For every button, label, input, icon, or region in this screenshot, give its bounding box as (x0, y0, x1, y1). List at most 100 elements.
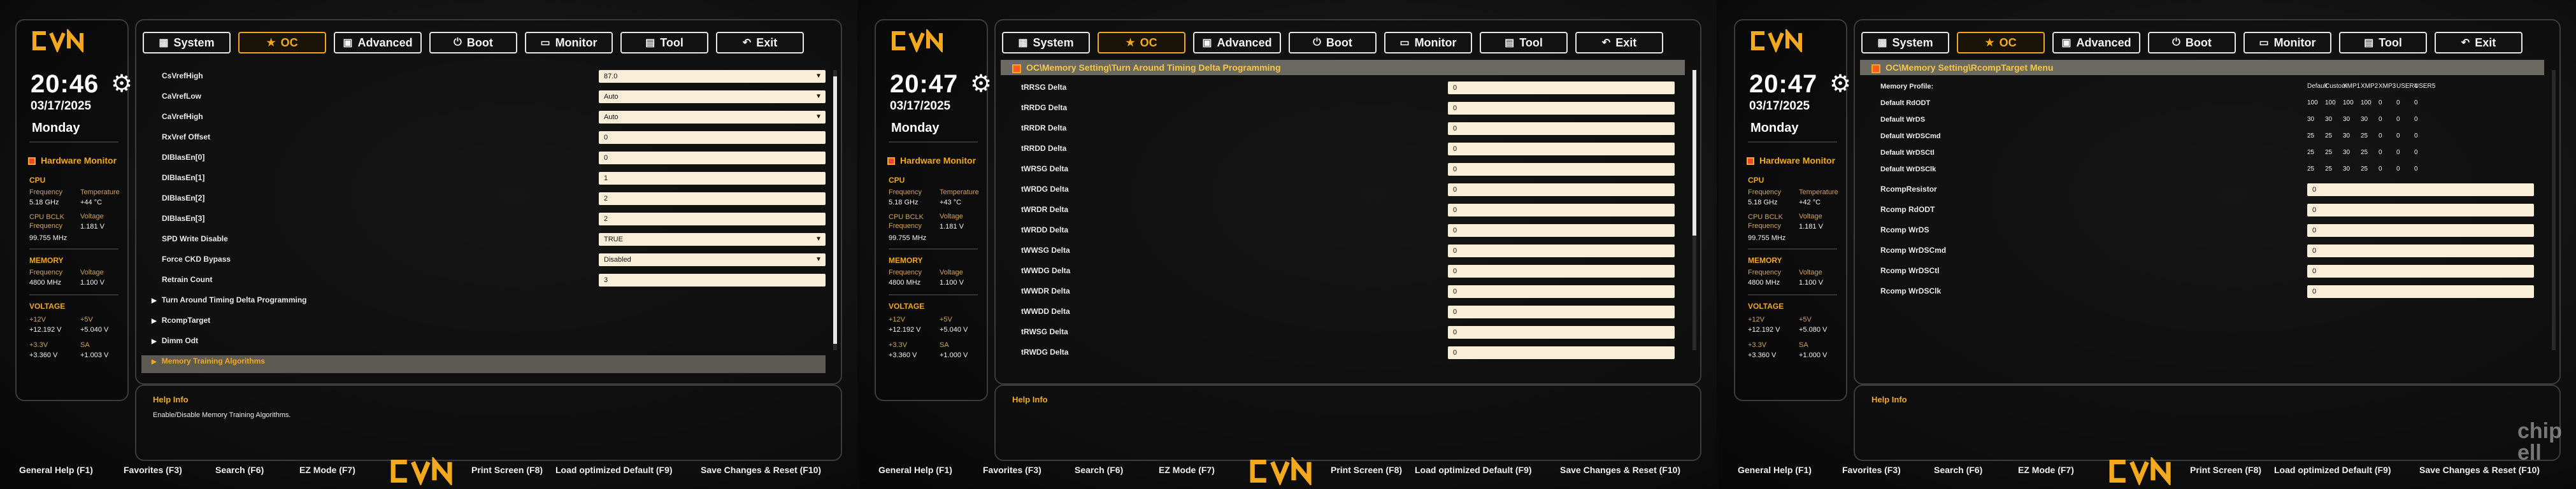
setting-input[interactable]: 0 (2307, 224, 2534, 237)
setting-row[interactable]: RcompResistor 0 (1860, 183, 2544, 199)
setting-row[interactable]: CaVrefHigh Auto ▼ (141, 111, 826, 126)
settings-gear-icon[interactable]: ⚙ (970, 71, 992, 97)
tab-boot[interactable]: ⏻ Boot (1289, 32, 1377, 53)
ez-mode-button[interactable]: EZ Mode (F7) (1159, 465, 1215, 475)
setting-row[interactable]: Retrain Count 3 (141, 274, 826, 289)
setting-input[interactable]: 0 (1448, 285, 1675, 298)
search-button[interactable]: Search (F6) (1075, 465, 1123, 475)
tab-boot[interactable]: ⏻ Boot (429, 32, 517, 53)
scrollbar[interactable] (833, 70, 837, 350)
setting-input[interactable]: 0 (1448, 244, 1675, 257)
setting-row[interactable]: tRWSG Delta 0 (1001, 326, 1685, 341)
submenu-link[interactable]: RcompTarget (141, 315, 826, 332)
tab-boot[interactable]: ⏻ Boot (2148, 32, 2236, 53)
tab-oc[interactable]: ★ OC (1098, 32, 1185, 53)
save-changes-reset-button[interactable]: Save Changes & Reset (F10) (1560, 465, 1680, 475)
tab-oc[interactable]: ★ OC (238, 32, 326, 53)
setting-input[interactable]: 3 (599, 274, 826, 287)
setting-row[interactable]: CaVrefLow Auto ▼ (141, 90, 826, 106)
tab-exit[interactable]: ↶ Exit (2435, 32, 2522, 53)
setting-input[interactable]: 0 (1448, 326, 1675, 339)
setting-row[interactable]: CsVrefHigh 87.0 ▼ (141, 70, 826, 85)
search-button[interactable]: Search (F6) (1934, 465, 1982, 475)
setting-row[interactable]: DIBIasEn[3] 2 (141, 213, 826, 228)
setting-dropdown[interactable]: TRUE ▼ (599, 233, 826, 246)
scrollbar-thumb[interactable] (1692, 70, 1696, 236)
setting-row[interactable]: SPD Write Disable TRUE ▼ (141, 233, 826, 248)
submenu-link[interactable]: Memory Training Algorithms (141, 355, 826, 373)
search-button[interactable]: Search (F6) (215, 465, 264, 475)
setting-row[interactable]: tRRDR Delta 0 (1001, 122, 1685, 138)
setting-dropdown[interactable]: Disabled ▼ (599, 253, 826, 266)
ez-mode-button[interactable]: EZ Mode (F7) (2018, 465, 2074, 475)
setting-input[interactable]: 0 (1448, 163, 1675, 176)
setting-input[interactable]: 0 (2307, 265, 2534, 278)
setting-row[interactable]: Rcomp WrDSClk 0 (1860, 285, 2544, 301)
setting-row[interactable]: tWRDD Delta 0 (1001, 224, 1685, 239)
scrollbar[interactable] (2552, 70, 2556, 350)
print-screen-button[interactable]: Print Screen (F8) (1331, 465, 1402, 475)
setting-input[interactable]: 0 (599, 131, 826, 144)
setting-input[interactable]: 0 (2307, 183, 2534, 196)
tab-tool[interactable]: ▤ Tool (1480, 32, 1568, 53)
setting-row[interactable]: DIBIasEn[0] 0 (141, 152, 826, 167)
tab-monitor[interactable]: ▭ Monitor (2243, 32, 2331, 53)
setting-row[interactable]: tRRSG Delta 0 (1001, 82, 1685, 97)
ez-mode-button[interactable]: EZ Mode (F7) (299, 465, 355, 475)
favorites-button[interactable]: Favorites (F3) (983, 465, 1041, 475)
setting-row[interactable]: Force CKD Bypass Disabled ▼ (141, 253, 826, 269)
setting-input[interactable]: 0 (1448, 265, 1675, 278)
load-optimized-default-button[interactable]: Load optimized Default (F9) (1415, 465, 1532, 475)
setting-row[interactable]: tRWDG Delta 0 (1001, 346, 1685, 362)
tab-oc[interactable]: ★ OC (1957, 32, 2045, 53)
setting-input[interactable]: 0 (1448, 122, 1675, 135)
general-help-button[interactable]: General Help (F1) (1738, 465, 1812, 475)
scrollbar[interactable] (1692, 70, 1696, 350)
setting-row[interactable]: tWRSG Delta 0 (1001, 163, 1685, 178)
settings-gear-icon[interactable]: ⚙ (1829, 71, 1851, 97)
load-optimized-default-button[interactable]: Load optimized Default (F9) (2274, 465, 2391, 475)
scrollbar-thumb[interactable] (833, 76, 837, 344)
setting-input[interactable]: 1 (599, 172, 826, 185)
setting-row[interactable]: Rcomp WrDS 0 (1860, 224, 2544, 239)
setting-row[interactable]: tWWDD Delta 0 (1001, 306, 1685, 321)
setting-input[interactable]: 0 (1448, 306, 1675, 318)
tab-system[interactable]: ▦ System (143, 32, 231, 53)
tab-system[interactable]: ▦ System (1861, 32, 1949, 53)
settings-gear-icon[interactable]: ⚙ (111, 71, 132, 97)
print-screen-button[interactable]: Print Screen (F8) (471, 465, 543, 475)
setting-row[interactable]: RxVref Offset 0 (141, 131, 826, 146)
tab-system[interactable]: ▦ System (1002, 32, 1090, 53)
setting-row[interactable]: DIBIasEn[1] 1 (141, 172, 826, 187)
setting-input[interactable]: 0 (1448, 204, 1675, 216)
setting-row[interactable]: tWWDG Delta 0 (1001, 265, 1685, 280)
setting-input[interactable]: 0 (2307, 285, 2534, 298)
setting-input[interactable]: 2 (599, 213, 826, 225)
setting-row[interactable]: DIBIasEn[2] 2 (141, 192, 826, 208)
setting-input[interactable]: 2 (599, 192, 826, 205)
setting-row[interactable]: Rcomp RdODT 0 (1860, 204, 2544, 219)
setting-row[interactable]: tWWDR Delta 0 (1001, 285, 1685, 301)
setting-input[interactable]: 0 (1448, 346, 1675, 359)
setting-row[interactable]: tRRDD Delta 0 (1001, 143, 1685, 158)
setting-row[interactable]: tWRDR Delta 0 (1001, 204, 1685, 219)
setting-row[interactable]: Rcomp WrDSCtl 0 (1860, 265, 2544, 280)
setting-input[interactable]: 0 (1448, 82, 1675, 94)
setting-input[interactable]: 0 (1448, 183, 1675, 196)
tab-tool[interactable]: ▤ Tool (620, 32, 708, 53)
tab-monitor[interactable]: ▭ Monitor (1384, 32, 1472, 53)
general-help-button[interactable]: General Help (F1) (19, 465, 93, 475)
tab-advanced[interactable]: ▣ Advanced (1193, 32, 1281, 53)
setting-row[interactable]: tRRDG Delta 0 (1001, 102, 1685, 117)
setting-dropdown[interactable]: 87.0 ▼ (599, 70, 826, 83)
tab-advanced[interactable]: ▣ Advanced (334, 32, 422, 53)
setting-input[interactable]: 0 (2307, 244, 2534, 257)
general-help-button[interactable]: General Help (F1) (878, 465, 952, 475)
submenu-link[interactable]: Dimm Odt (141, 335, 826, 353)
load-optimized-default-button[interactable]: Load optimized Default (F9) (555, 465, 673, 475)
save-changes-reset-button[interactable]: Save Changes & Reset (F10) (701, 465, 821, 475)
favorites-button[interactable]: Favorites (F3) (124, 465, 182, 475)
setting-row[interactable]: tWRDG Delta 0 (1001, 183, 1685, 199)
setting-dropdown[interactable]: Auto ▼ (599, 90, 826, 103)
tab-advanced[interactable]: ▣ Advanced (2052, 32, 2140, 53)
